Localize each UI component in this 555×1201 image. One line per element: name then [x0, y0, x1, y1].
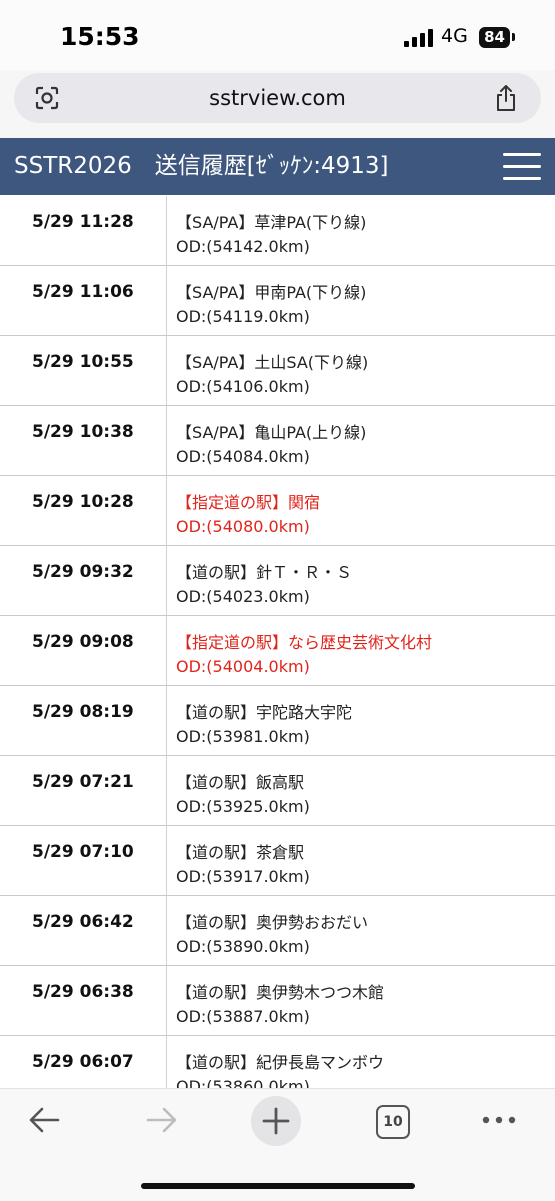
- row-time-cell: 5/29 10:28: [0, 476, 167, 545]
- status-bar: 15:53 4G 84: [0, 0, 555, 70]
- history-row: 5/29 07:10 【道の駅】茶倉駅 OD:(53917.0km): [0, 826, 555, 896]
- page-title: SSTR2026 送信履歴[ｾﾞｯｹﾝ:4913]: [14, 153, 389, 179]
- row-place: 【道の駅】奥伊勢おおだい: [176, 913, 369, 932]
- forward-icon[interactable]: [144, 1105, 178, 1135]
- row-place: 【SA/PA】草津PA(下り線): [176, 213, 367, 232]
- history-row: 5/29 09:32 【道の駅】針Ｔ・Ｒ・Ｓ OD:(54023.0km): [0, 546, 555, 616]
- row-odometer: OD:(54119.0km): [176, 307, 310, 326]
- row-place: 【指定道の駅】なら歴史芸術文化村: [176, 633, 433, 652]
- row-place: 【SA/PA】亀山PA(上り線): [176, 423, 367, 442]
- row-place: 【道の駅】紀伊長島マンボウ: [176, 1053, 385, 1072]
- history-row: 5/29 08:19 【道の駅】宇陀路大宇陀 OD:(53981.0km): [0, 686, 555, 756]
- app-header: SSTR2026 送信履歴[ｾﾞｯｹﾝ:4913]: [0, 138, 555, 195]
- battery-tip: [512, 33, 515, 41]
- row-time: 5/29 11:28: [32, 212, 134, 232]
- row-place: 【指定道の駅】関宿: [176, 493, 321, 512]
- row-time: 5/29 11:06: [32, 282, 134, 302]
- back-icon[interactable]: [28, 1105, 62, 1135]
- row-odometer: OD:(53981.0km): [176, 727, 310, 746]
- row-time-cell: 5/29 09:32: [0, 546, 167, 615]
- signal-icon: [404, 29, 433, 47]
- row-info: 【道の駅】奥伊勢おおだい OD:(53890.0km): [176, 911, 368, 959]
- row-time: 5/29 06:07: [32, 1052, 134, 1072]
- row-place: 【道の駅】飯高駅: [176, 773, 305, 792]
- new-tab-button[interactable]: [251, 1096, 301, 1146]
- history-row: 5/29 10:55 【SA/PA】土山SA(下り線) OD:(54106.0km): [0, 336, 555, 406]
- history-row: 5/29 11:06 【SA/PA】甲南PA(下り線) OD:(54119.0km): [0, 266, 555, 336]
- history-row: 5/29 06:42 【道の駅】奥伊勢おおだい OD:(53890.0km): [0, 896, 555, 966]
- row-time: 5/29 07:10: [32, 842, 134, 862]
- row-place: 【SA/PA】甲南PA(下り線): [176, 283, 367, 302]
- row-time-cell: 5/29 09:08: [0, 616, 167, 685]
- row-info: 【道の駅】宇陀路大宇陀 OD:(53981.0km): [176, 701, 352, 749]
- row-info: 【道の駅】茶倉駅 OD:(53917.0km): [176, 841, 310, 889]
- row-time-cell: 5/29 08:19: [0, 686, 167, 755]
- row-time: 5/29 09:32: [32, 562, 134, 582]
- row-place: 【SA/PA】土山SA(下り線): [176, 353, 369, 372]
- row-odometer: OD:(54084.0km): [176, 447, 310, 466]
- row-time-cell: 5/29 06:42: [0, 896, 167, 965]
- row-odometer: OD:(54106.0km): [176, 377, 310, 396]
- history-list: 5/29 11:28 【SA/PA】草津PA(下り線) OD:(54142.0km)…: [0, 195, 555, 1088]
- home-indicator: [141, 1183, 415, 1189]
- row-info: 【指定道の駅】関宿 OD:(54080.0km): [176, 491, 320, 539]
- row-place: 【道の駅】奥伊勢木つつ木館: [176, 983, 385, 1002]
- row-info: 【道の駅】紀伊長島マンボウ OD:(53860.0km): [176, 1051, 384, 1088]
- row-time: 5/29 10:38: [32, 422, 134, 442]
- status-time: 15:53: [60, 22, 140, 51]
- battery-icon: 84: [479, 27, 510, 48]
- row-time: 5/29 06:38: [32, 982, 134, 1002]
- row-odometer: OD:(54023.0km): [176, 587, 310, 606]
- address-bar[interactable]: sstrview.com: [14, 73, 541, 123]
- menu-icon[interactable]: [503, 153, 541, 181]
- history-row: 5/29 10:38 【SA/PA】亀山PA(上り線) OD:(54084.0km): [0, 406, 555, 476]
- row-info: 【SA/PA】亀山PA(上り線) OD:(54084.0km): [176, 421, 366, 469]
- tab-count-button[interactable]: 10: [376, 1105, 410, 1139]
- row-info: 【道の駅】奥伊勢木つつ木館 OD:(53887.0km): [176, 981, 384, 1029]
- history-row: 5/29 06:07 【道の駅】紀伊長島マンボウ OD:(53860.0km): [0, 1036, 555, 1088]
- row-time: 5/29 06:42: [32, 912, 134, 932]
- plus-icon: [262, 1107, 290, 1135]
- row-odometer: OD:(54004.0km): [176, 657, 310, 676]
- row-place: 【道の駅】宇陀路大宇陀: [176, 703, 353, 722]
- row-time: 5/29 08:19: [32, 702, 134, 722]
- row-place: 【道の駅】茶倉駅: [176, 843, 305, 862]
- row-time-cell: 5/29 10:55: [0, 336, 167, 405]
- row-time: 5/29 07:21: [32, 772, 134, 792]
- share-icon[interactable]: [494, 84, 518, 112]
- history-row: 5/29 07:21 【道の駅】飯高駅 OD:(53925.0km): [0, 756, 555, 826]
- row-info: 【SA/PA】土山SA(下り線) OD:(54106.0km): [176, 351, 368, 399]
- row-odometer: OD:(53917.0km): [176, 867, 310, 886]
- row-odometer: OD:(53860.0km): [176, 1077, 310, 1088]
- row-info: 【指定道の駅】なら歴史芸術文化村 OD:(54004.0km): [176, 631, 432, 679]
- row-odometer: OD:(53890.0km): [176, 937, 310, 956]
- row-odometer: OD:(54080.0km): [176, 517, 310, 536]
- history-row: 5/29 09:08 【指定道の駅】なら歴史芸術文化村 OD:(54004.0km): [0, 616, 555, 686]
- row-time-cell: 5/29 10:38: [0, 406, 167, 475]
- row-time: 5/29 09:08: [32, 632, 134, 652]
- row-info: 【SA/PA】草津PA(下り線) OD:(54142.0km): [176, 211, 366, 259]
- row-time-cell: 5/29 11:06: [0, 266, 167, 335]
- row-time-cell: 5/29 11:28: [0, 196, 167, 265]
- url-text[interactable]: sstrview.com: [14, 73, 541, 123]
- row-time-cell: 5/29 06:38: [0, 966, 167, 1035]
- row-time-cell: 5/29 07:10: [0, 826, 167, 895]
- row-time-cell: 5/29 06:07: [0, 1036, 167, 1088]
- row-time: 5/29 10:55: [32, 352, 134, 372]
- row-info: 【SA/PA】甲南PA(下り線) OD:(54119.0km): [176, 281, 366, 329]
- row-odometer: OD:(53925.0km): [176, 797, 310, 816]
- more-icon[interactable]: [482, 1116, 516, 1124]
- history-row: 5/29 06:38 【道の駅】奥伊勢木つつ木館 OD:(53887.0km): [0, 966, 555, 1036]
- row-info: 【道の駅】針Ｔ・Ｒ・Ｓ OD:(54023.0km): [176, 561, 352, 609]
- row-odometer: OD:(53887.0km): [176, 1007, 310, 1026]
- row-info: 【道の駅】飯高駅 OD:(53925.0km): [176, 771, 310, 819]
- row-place: 【道の駅】針Ｔ・Ｒ・Ｓ: [176, 563, 353, 582]
- row-odometer: OD:(54142.0km): [176, 237, 310, 256]
- history-row: 5/29 10:28 【指定道の駅】関宿 OD:(54080.0km): [0, 476, 555, 546]
- row-time-cell: 5/29 07:21: [0, 756, 167, 825]
- row-time: 5/29 10:28: [32, 492, 134, 512]
- network-label: 4G: [441, 25, 468, 47]
- history-row: 5/29 11:28 【SA/PA】草津PA(下り線) OD:(54142.0km): [0, 196, 555, 266]
